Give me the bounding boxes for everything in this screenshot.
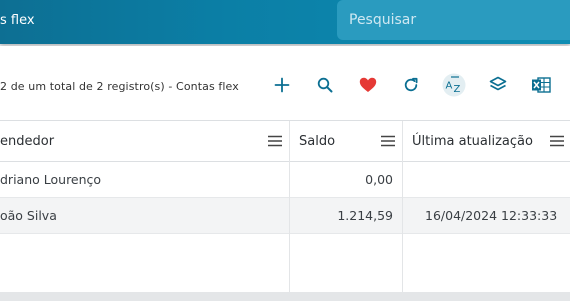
search-input[interactable] [347,9,561,31]
horizontal-scrollbar[interactable] [0,292,570,301]
layers-button[interactable] [485,72,511,98]
column-menu-icon[interactable] [380,134,396,148]
column-divider[interactable] [402,121,403,293]
refresh-icon [404,77,418,92]
search-button[interactable] [312,72,338,98]
column-header-ultima-atualizacao[interactable]: Última atualização [412,134,533,149]
table-row[interactable]: driano Lourenço 0,00 [0,162,570,198]
cell-vendedor: driano Lourenço [0,172,102,187]
sort-az-icon: A Z [442,73,466,97]
record-count-text: 2 de um total de 2 registro(s) - Contas … [0,80,239,93]
cell-vendedor: oão Silva [0,208,57,223]
empty-row [0,234,570,269]
page-title: s flex [0,13,35,28]
plus-icon [274,77,290,93]
table-row[interactable]: oão Silva 1.214,59 16/04/2024 12:33:33 [0,198,570,234]
column-menu-icon[interactable] [267,134,283,148]
search-box[interactable] [337,0,570,40]
column-header-saldo[interactable]: Saldo [299,134,335,149]
heart-icon [359,77,377,92]
column-menu-icon[interactable] [549,134,565,148]
cell-saldo: 0,00 [365,172,393,187]
cell-saldo: 1.214,59 [337,208,393,223]
export-excel-button[interactable] [528,72,554,98]
favorite-button[interactable] [355,72,381,98]
data-grid: endedor Saldo Última atualização driano … [0,120,570,293]
sort-button[interactable]: A Z [441,72,467,98]
column-header-vendedor[interactable]: endedor [0,134,54,149]
top-bar: s flex [0,0,570,44]
cell-ultima-atualizacao: 16/04/2024 12:33:33 [425,208,558,223]
column-divider[interactable] [289,121,290,293]
excel-icon [532,77,551,93]
svg-text:Z: Z [454,84,461,95]
refresh-button[interactable] [398,72,424,98]
search-icon [317,77,333,93]
grid-header-row: endedor Saldo Última atualização [0,121,570,162]
add-button[interactable] [269,72,295,98]
svg-text:A: A [446,81,453,92]
layers-icon [489,76,507,91]
